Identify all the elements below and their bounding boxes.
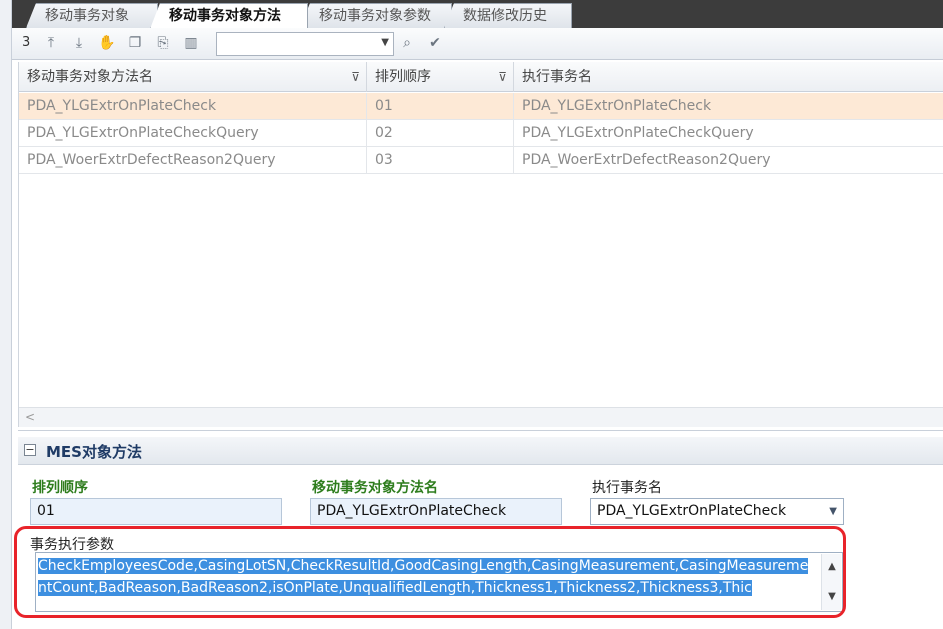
table-row[interactable]: PDA_WoerExtrDefectReason2Query 03 PDA_Wo… [19,147,943,174]
cell-method-name: PDA_YLGExtrOnPlateCheck [19,93,367,120]
column-header-order[interactable]: 排列顺序 ⊽ [367,62,514,92]
cell-exec-name: PDA_YLGExtrOnPlateCheck [514,93,943,120]
chevron-down-icon[interactable]: ▼ [822,586,842,608]
method-name-field[interactable]: PDA_YLGExtrOnPlateCheck [310,498,562,525]
cell-method-name: PDA_YLGExtrOnPlateCheckQuery [19,120,367,147]
toolbar: 3 ⤒ ⤓ ✋ ❐ ⎘ ▥ ▼ ⌕ ✔ [12,28,943,60]
order-field[interactable]: 01 [30,498,282,525]
tab-data-history[interactable]: 数据修改历史 [444,3,572,28]
left-edge-strip [0,0,12,629]
exec-name-label: 执行事务名 [592,480,662,496]
check-icon[interactable]: ✔ [426,34,444,52]
table-row[interactable]: PDA_YLGExtrOnPlateCheckQuery 02 PDA_YLGE… [19,120,943,147]
filter-icon[interactable]: ⊽ [498,62,507,92]
cell-order: 03 [367,147,514,174]
cell-exec-name: PDA_WoerExtrDefectReason2Query [514,147,943,174]
cell-exec-name: PDA_YLGExtrOnPlateCheckQuery [514,120,943,147]
search-icon[interactable]: ⌕ [398,34,416,52]
column-header-method-name[interactable]: 移动事务对象方法名 ⊽ [19,62,367,92]
exec-name-select[interactable]: PDA_YLGExtrOnPlateCheck ▼ [590,498,844,525]
exec-name-value: PDA_YLGExtrOnPlateCheck [597,503,787,519]
table-row[interactable]: PDA_YLGExtrOnPlateCheck 01 PDA_YLGExtrOn… [19,93,943,120]
move-bottom-icon[interactable]: ⤓ [70,34,88,52]
copy-icon[interactable]: ❐ [126,34,144,52]
columns-icon[interactable]: ▥ [182,34,200,52]
chevron-down-icon: ▼ [829,506,837,517]
cell-order: 02 [367,120,514,147]
export-icon[interactable]: ⎘ [154,34,172,52]
cell-method-name: PDA_WoerExtrDefectReason2Query [19,147,367,174]
tab-mobile-transaction-params[interactable]: 移动事务对象参数 [300,3,452,28]
tab-mobile-transaction-object[interactable]: 移动事务对象 [26,3,158,28]
chevron-down-icon: ▼ [381,37,389,48]
horizontal-scrollbar[interactable]: < [19,407,943,427]
panel-title: MES对象方法 [46,443,142,461]
column-header-exec-name[interactable]: 执行事务名 [514,62,943,92]
collapse-icon[interactable]: − [24,444,36,456]
chevron-up-icon[interactable]: ▲ [822,556,842,578]
order-label: 排列顺序 [32,480,88,496]
panel-header: − MES对象方法 [18,437,943,465]
hand-icon[interactable]: ✋ [98,34,116,52]
chevron-left-icon[interactable]: < [25,410,35,424]
params-label: 事务执行参数 [30,537,114,553]
cell-order: 01 [367,93,514,120]
params-value: CheckEmployeesCode,CasingLotSN,CheckResu… [38,558,809,596]
mes-method-panel: − MES对象方法 排列顺序 01 移动事务对象方法名 PDA_YLGExtrO… [18,430,943,629]
toolbar-select[interactable]: ▼ [216,32,394,56]
params-textarea[interactable]: CheckEmployeesCode,CasingLotSN,CheckResu… [35,552,843,612]
tab-mobile-transaction-methods[interactable]: 移动事务对象方法 [150,3,308,29]
methods-grid: 移动事务对象方法名 ⊽ 排列顺序 ⊽ 执行事务名 PDA_YLGExtrOnPl… [18,62,943,427]
record-count: 3 [22,35,31,50]
move-top-icon[interactable]: ⤒ [42,34,60,52]
method-name-label: 移动事务对象方法名 [312,480,438,496]
vertical-scrollbar[interactable]: ▲ ▼ [821,554,841,610]
filter-icon[interactable]: ⊽ [351,62,360,92]
tab-bar: 移动事务对象 移动事务对象参数 数据修改历史 移动事务对象方法 [12,0,943,29]
grid-header: 移动事务对象方法名 ⊽ 排列顺序 ⊽ 执行事务名 [19,62,943,92]
